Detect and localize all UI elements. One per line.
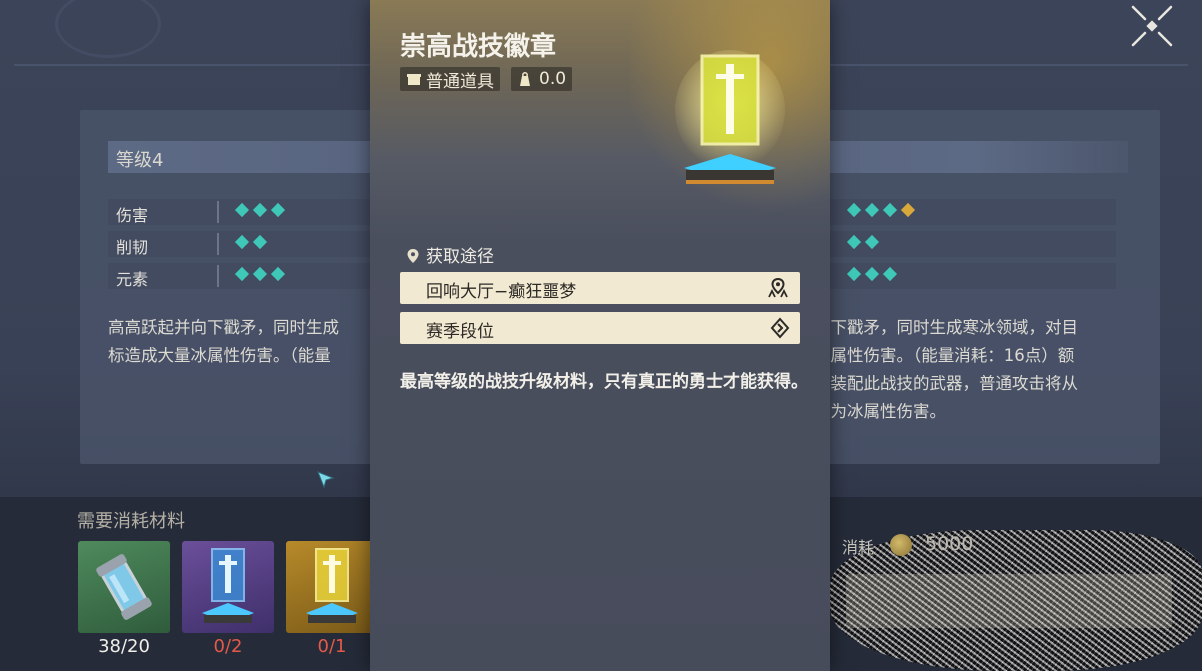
stat-dot bbox=[864, 266, 880, 282]
item-name: 崇高战技徽章 bbox=[400, 32, 557, 62]
description-line: 标造成大量冰属性伤害。（能量 bbox=[108, 346, 331, 365]
stat-dot-upgrade bbox=[900, 202, 916, 218]
stat-dot bbox=[234, 202, 250, 218]
stat-dot bbox=[846, 234, 862, 250]
stat-dot bbox=[864, 234, 880, 250]
material-slot-canister[interactable] bbox=[78, 541, 170, 633]
stat-divider bbox=[217, 201, 219, 223]
item-type-tag: 普通道具 bbox=[400, 67, 500, 92]
upgrade-button[interactable] bbox=[846, 574, 1172, 628]
item-weight-tag: 0.0 bbox=[511, 67, 573, 91]
stat-dot bbox=[252, 266, 268, 282]
material-count: 0/2 bbox=[213, 636, 243, 657]
cursor-icon bbox=[316, 470, 336, 494]
stat-dot bbox=[252, 202, 268, 218]
description-line: 转为冰属性伤害。 bbox=[814, 402, 946, 421]
source-button-echo-hall[interactable]: 回响大厅−癫狂噩梦 bbox=[400, 272, 800, 304]
map-pin-icon bbox=[768, 277, 788, 298]
level-label: 等级4 bbox=[116, 150, 164, 171]
box-icon bbox=[407, 74, 421, 85]
stat-dot bbox=[234, 234, 250, 250]
stat-dot bbox=[882, 266, 898, 282]
item-badge-icon bbox=[675, 50, 785, 184]
coin-icon bbox=[890, 534, 912, 556]
stat-dots-right bbox=[846, 266, 898, 282]
weight-icon bbox=[520, 72, 530, 86]
description-line: ，装配此战技的武器，普通攻击将从 bbox=[814, 374, 1078, 393]
stat-dot bbox=[864, 202, 880, 218]
stat-dots-left bbox=[234, 202, 286, 218]
close-button[interactable] bbox=[1128, 2, 1176, 50]
description-line: 冰属性伤害。（能量消耗：16点）额 bbox=[814, 346, 1075, 365]
stat-dot bbox=[252, 234, 268, 250]
background-ornament bbox=[55, 0, 161, 58]
source-title: 获取途径 bbox=[426, 247, 494, 267]
skill-description-right: 向下戳矛，同时生成寒冰领域，对目 冰属性伤害。（能量消耗：16点）额 ，装配此战… bbox=[814, 314, 1078, 426]
stat-dots-left bbox=[234, 234, 268, 250]
stat-dot bbox=[234, 266, 250, 282]
stat-dot bbox=[882, 202, 898, 218]
stat-label: 元素 bbox=[116, 270, 149, 289]
stat-label: 伤害 bbox=[116, 206, 149, 225]
location-icon bbox=[407, 249, 419, 263]
gold-badge-icon bbox=[306, 548, 358, 623]
skill-description-left: 高高跃起并向下戳矛，同时生成 标造成大量冰属性伤害。（能量 bbox=[108, 314, 339, 370]
item-description: 最高等级的战技升级材料，只有真正的勇士才能获得。 bbox=[400, 372, 808, 392]
item-type: 普通道具 bbox=[426, 71, 494, 92]
source-label: 赛季段位 bbox=[426, 322, 494, 342]
blue-badge-icon bbox=[202, 548, 254, 623]
consume-value: 5000 bbox=[925, 533, 974, 555]
material-count: 38/20 bbox=[98, 636, 150, 657]
stat-dot bbox=[270, 202, 286, 218]
consume-label: 消耗 bbox=[842, 538, 875, 557]
item-detail-popup: 崇高战技徽章 普通道具 0.0 获取途径 回响大厅−癫狂噩梦 赛季段位 最高等级… bbox=[370, 0, 830, 671]
stat-dots-right bbox=[846, 234, 880, 250]
stat-divider bbox=[217, 233, 219, 255]
description-line: 向下戳矛，同时生成寒冰领域，对目 bbox=[814, 318, 1078, 337]
stat-dot bbox=[270, 266, 286, 282]
stat-divider bbox=[217, 265, 219, 287]
close-icon bbox=[1131, 5, 1173, 47]
arrow-diamond-icon bbox=[770, 317, 790, 339]
source-button-season-rank[interactable]: 赛季段位 bbox=[400, 312, 800, 344]
material-count: 0/1 bbox=[317, 636, 347, 657]
source-label: 回响大厅−癫狂噩梦 bbox=[426, 282, 577, 302]
item-weight: 0.0 bbox=[539, 69, 567, 89]
stat-dot bbox=[846, 266, 862, 282]
canister-icon bbox=[96, 554, 152, 620]
stat-label: 削韧 bbox=[116, 238, 149, 257]
material-slot-blue-badge[interactable] bbox=[182, 541, 274, 633]
materials-title: 需要消耗材料 bbox=[77, 511, 185, 532]
stat-dots-left bbox=[234, 266, 286, 282]
stat-dots-right bbox=[846, 202, 916, 218]
description-line: 高高跃起并向下戳矛，同时生成 bbox=[108, 318, 339, 337]
material-slot-gold-badge[interactable] bbox=[286, 541, 378, 633]
source-heading: 获取途径 bbox=[406, 242, 494, 267]
stat-dot bbox=[846, 202, 862, 218]
